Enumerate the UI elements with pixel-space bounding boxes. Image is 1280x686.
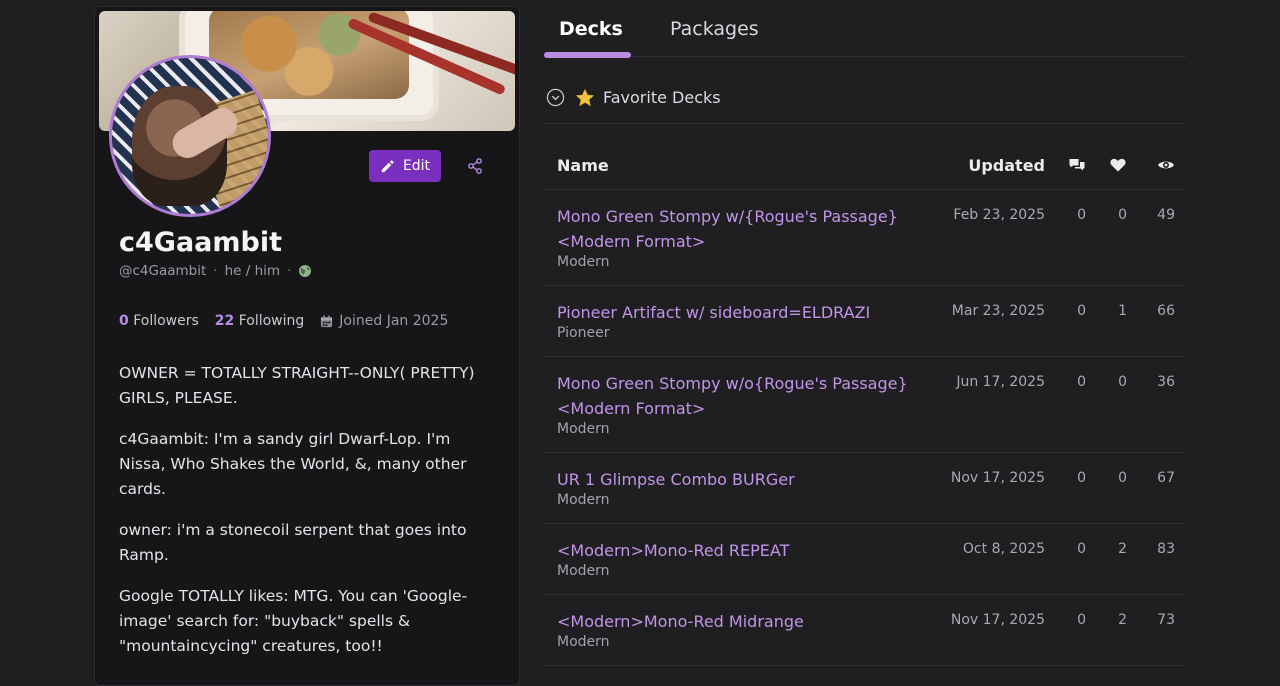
following-count: 22	[214, 313, 235, 329]
tab-bar: Decks Packages	[544, 0, 1186, 58]
following-label: Following	[238, 313, 305, 329]
active-tab-indicator	[544, 52, 631, 58]
view-count: 66	[1157, 303, 1175, 319]
favorites-label: Favorite Decks	[603, 88, 721, 107]
deck-updated-date: Mar 23, 2025	[951, 303, 1045, 319]
view-count: 36	[1157, 374, 1175, 390]
like-count: 0	[1118, 374, 1127, 390]
like-count: 0	[1118, 207, 1127, 223]
favorite-decks-toggle[interactable]: Favorite Decks	[544, 72, 1186, 124]
profile-card: Edit c4Gaambit @c4Gaambit · he / him · 0…	[94, 6, 520, 686]
table-row[interactable]: Mono Green Stompy w/{Rogue's Passage} <M…	[544, 190, 1186, 286]
comment-count: 0	[1077, 374, 1086, 390]
followers-label: Followers	[133, 313, 199, 329]
edit-profile-button[interactable]: Edit	[369, 150, 441, 182]
deck-name-link[interactable]: Mono Green Stompy w/o{Rogue's Passage} <…	[557, 371, 927, 421]
bio-paragraph: c4Gaambit: I'm a sandy girl Dwarf-Lop. I…	[119, 430, 467, 498]
edit-button-label: Edit	[402, 158, 431, 174]
view-count: 83	[1157, 541, 1175, 557]
deck-updated-date: Oct 8, 2025	[962, 541, 1045, 557]
deck-updated-date: Feb 23, 2025	[953, 207, 1045, 223]
comment-count: 0	[1077, 612, 1086, 628]
comment-count: 0	[1077, 470, 1086, 486]
avatar	[109, 55, 271, 217]
tab-packages[interactable]: Packages	[670, 18, 759, 40]
deck-name-link[interactable]: Pioneer Artifact w/ sideboard=ELDRAZI	[557, 300, 927, 325]
comment-count: 0	[1077, 207, 1086, 223]
column-header-name[interactable]: Name	[557, 156, 609, 175]
followers-link[interactable]: 0 Followers	[119, 313, 199, 329]
followers-count: 0	[119, 313, 129, 329]
like-count: 0	[1118, 470, 1127, 486]
table-row[interactable]: <Modern>Mono-Red REPEAT Modern Oct 8, 20…	[544, 524, 1186, 595]
like-count: 2	[1118, 612, 1127, 628]
pronouns: he / him	[224, 263, 281, 279]
globe-icon	[299, 265, 312, 277]
heart-icon[interactable]	[1109, 156, 1127, 174]
joined-label: Joined Jan 2025	[339, 313, 449, 329]
bio-paragraph: Google TOTALLY likes: MTG. You can 'Goog…	[119, 587, 468, 655]
comment-count: 0	[1077, 541, 1086, 557]
table-header: Name Updated	[544, 140, 1186, 190]
bio-paragraph: owner: i'm a stonecoil serpent that goes…	[119, 521, 467, 564]
table-row[interactable]: <Modern>Mono-Red Midrange Modern Nov 17,…	[544, 595, 1186, 666]
deck-name-link[interactable]: UR 1 Glimpse Combo BURGer	[557, 467, 927, 492]
like-count: 2	[1118, 541, 1127, 557]
joined-date: Joined Jan 2025	[320, 313, 448, 329]
like-count: 1	[1118, 303, 1127, 319]
deck-name-link[interactable]: <Modern>Mono-Red Midrange	[557, 609, 927, 634]
comment-count: 0	[1077, 303, 1086, 319]
deck-updated-date: Nov 17, 2025	[950, 470, 1045, 486]
deck-name-link[interactable]: Mono Green Stompy w/{Rogue's Passage} <M…	[557, 204, 927, 254]
deck-format: Modern	[557, 254, 610, 270]
view-count: 67	[1157, 470, 1175, 486]
table-row[interactable]: Pioneer Artifact w/ sideboard=ELDRAZI Pi…	[544, 286, 1186, 357]
stats-row: 0 Followers 22 Following Joined Jan 2025	[119, 313, 448, 329]
deck-format: Modern	[557, 421, 610, 437]
tab-decks[interactable]: Decks	[559, 18, 623, 40]
following-link[interactable]: 22 Following	[215, 313, 305, 329]
comments-icon[interactable]	[1068, 156, 1086, 174]
view-count: 73	[1157, 612, 1175, 628]
pencil-icon	[381, 159, 394, 172]
calendar-icon	[321, 314, 333, 327]
column-header-updated[interactable]: Updated	[968, 156, 1045, 175]
table-row[interactable]: UR 1 Glimpse Combo BURGer Modern Nov 17,…	[544, 453, 1186, 524]
handle-row: @c4Gaambit · he / him ·	[119, 263, 312, 279]
deck-updated-date: Jun 17, 2025	[956, 374, 1045, 390]
deck-format: Modern	[557, 492, 610, 508]
table-row[interactable]: Mono Green Stompy w/o{Rogue's Passage} <…	[544, 357, 1186, 453]
deck-format: Modern	[557, 634, 610, 650]
deck-table: Name Updated Mono Green Stompy w/{Rogue'…	[544, 140, 1186, 666]
bio-paragraph: OWNER = TOTALLY STRAIGHT--ONLY( PRETTY) …	[119, 364, 475, 407]
deck-format: Modern	[557, 563, 610, 579]
deck-name-link[interactable]: <Modern>Mono-Red REPEAT	[557, 538, 927, 563]
profile-bio: OWNER = TOTALLY STRAIGHT--ONLY( PRETTY) …	[119, 361, 499, 675]
deck-format: Pioneer	[557, 325, 610, 341]
eye-icon[interactable]	[1157, 156, 1175, 174]
chevron-down-icon	[546, 88, 565, 107]
view-count: 49	[1157, 207, 1175, 223]
share-icon[interactable]	[467, 158, 483, 174]
deck-updated-date: Nov 17, 2025	[950, 612, 1045, 628]
handle: @c4Gaambit	[119, 263, 207, 279]
star-icon	[575, 88, 595, 106]
display-name: c4Gaambit	[119, 227, 283, 258]
